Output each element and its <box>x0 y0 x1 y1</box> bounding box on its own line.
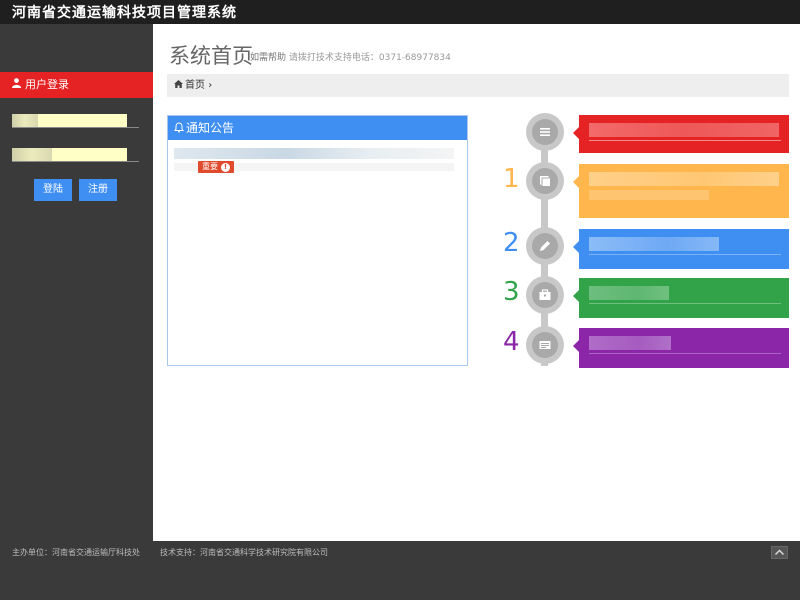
briefcase-icon <box>539 289 551 300</box>
page-title: 系统首页 <box>169 44 253 68</box>
step-number-4: 4 <box>503 327 520 357</box>
timeline-card-4[interactable] <box>573 328 789 368</box>
page-subtitle: 如需帮助 请拨打技术支持电话：0371-68977834 <box>250 50 451 63</box>
pencil-icon <box>540 241 550 251</box>
timeline-card-2[interactable] <box>573 229 789 269</box>
book-icon <box>540 176 550 186</box>
breadcrumb-home[interactable]: 首页 <box>185 80 205 91</box>
register-button[interactable]: 注册 <box>79 179 117 201</box>
timeline-card-0[interactable] <box>573 115 789 153</box>
login-panel-header: 用户登录 <box>0 72 153 98</box>
timeline-card-1[interactable] <box>573 164 789 218</box>
support-phone: 请拨打技术支持电话：0371-68977834 <box>288 53 451 63</box>
username-input[interactable] <box>12 114 127 128</box>
notice-panel: 通知公告 重要! <box>167 115 468 366</box>
login-button[interactable]: 登陆 <box>34 179 72 201</box>
back-to-top-button[interactable] <box>771 546 788 559</box>
app-title: 河南省交通运输科技项目管理系统 <box>12 5 237 21</box>
step-number-1: 1 <box>503 164 520 194</box>
top-bar: 河南省交通运输科技项目管理系统 <box>0 0 800 24</box>
breadcrumb-separator: › <box>208 80 213 91</box>
important-badge: 重要! <box>198 161 234 173</box>
badge-label: 重要 <box>202 162 218 171</box>
footer-support: 技术支持：河南省交通科学技术研究院有限公司 <box>160 548 328 557</box>
exclamation-icon: ! <box>221 163 230 172</box>
timeline-node-2 <box>526 227 564 265</box>
sidebar <box>0 24 153 541</box>
step-number-2: 2 <box>503 228 520 258</box>
timeline-node-1 <box>526 162 564 200</box>
notice-title: 通知公告 <box>186 121 235 135</box>
card-icon <box>539 341 551 349</box>
notice-header: 通知公告 <box>168 116 467 140</box>
username-underline <box>12 127 139 128</box>
timeline-node-3 <box>526 276 564 314</box>
user-icon <box>12 72 21 98</box>
list-icon <box>540 128 550 136</box>
bell-icon <box>174 117 184 141</box>
footer-host: 主办单位：河南省交通运输厅科技处 <box>12 548 140 557</box>
help-text: 如需帮助 <box>250 53 287 63</box>
password-underline <box>12 161 139 162</box>
timeline-node-0 <box>526 113 564 151</box>
breadcrumb: 首页 › <box>167 74 789 97</box>
step-number-3: 3 <box>503 277 520 307</box>
timeline-node-4 <box>526 326 564 364</box>
timeline-card-3[interactable] <box>573 278 789 318</box>
notice-item-link[interactable] <box>174 148 454 159</box>
login-panel-title: 用户登录 <box>25 78 69 91</box>
password-input[interactable] <box>12 148 127 162</box>
home-icon <box>174 74 183 97</box>
chevron-up-icon <box>775 549 784 555</box>
